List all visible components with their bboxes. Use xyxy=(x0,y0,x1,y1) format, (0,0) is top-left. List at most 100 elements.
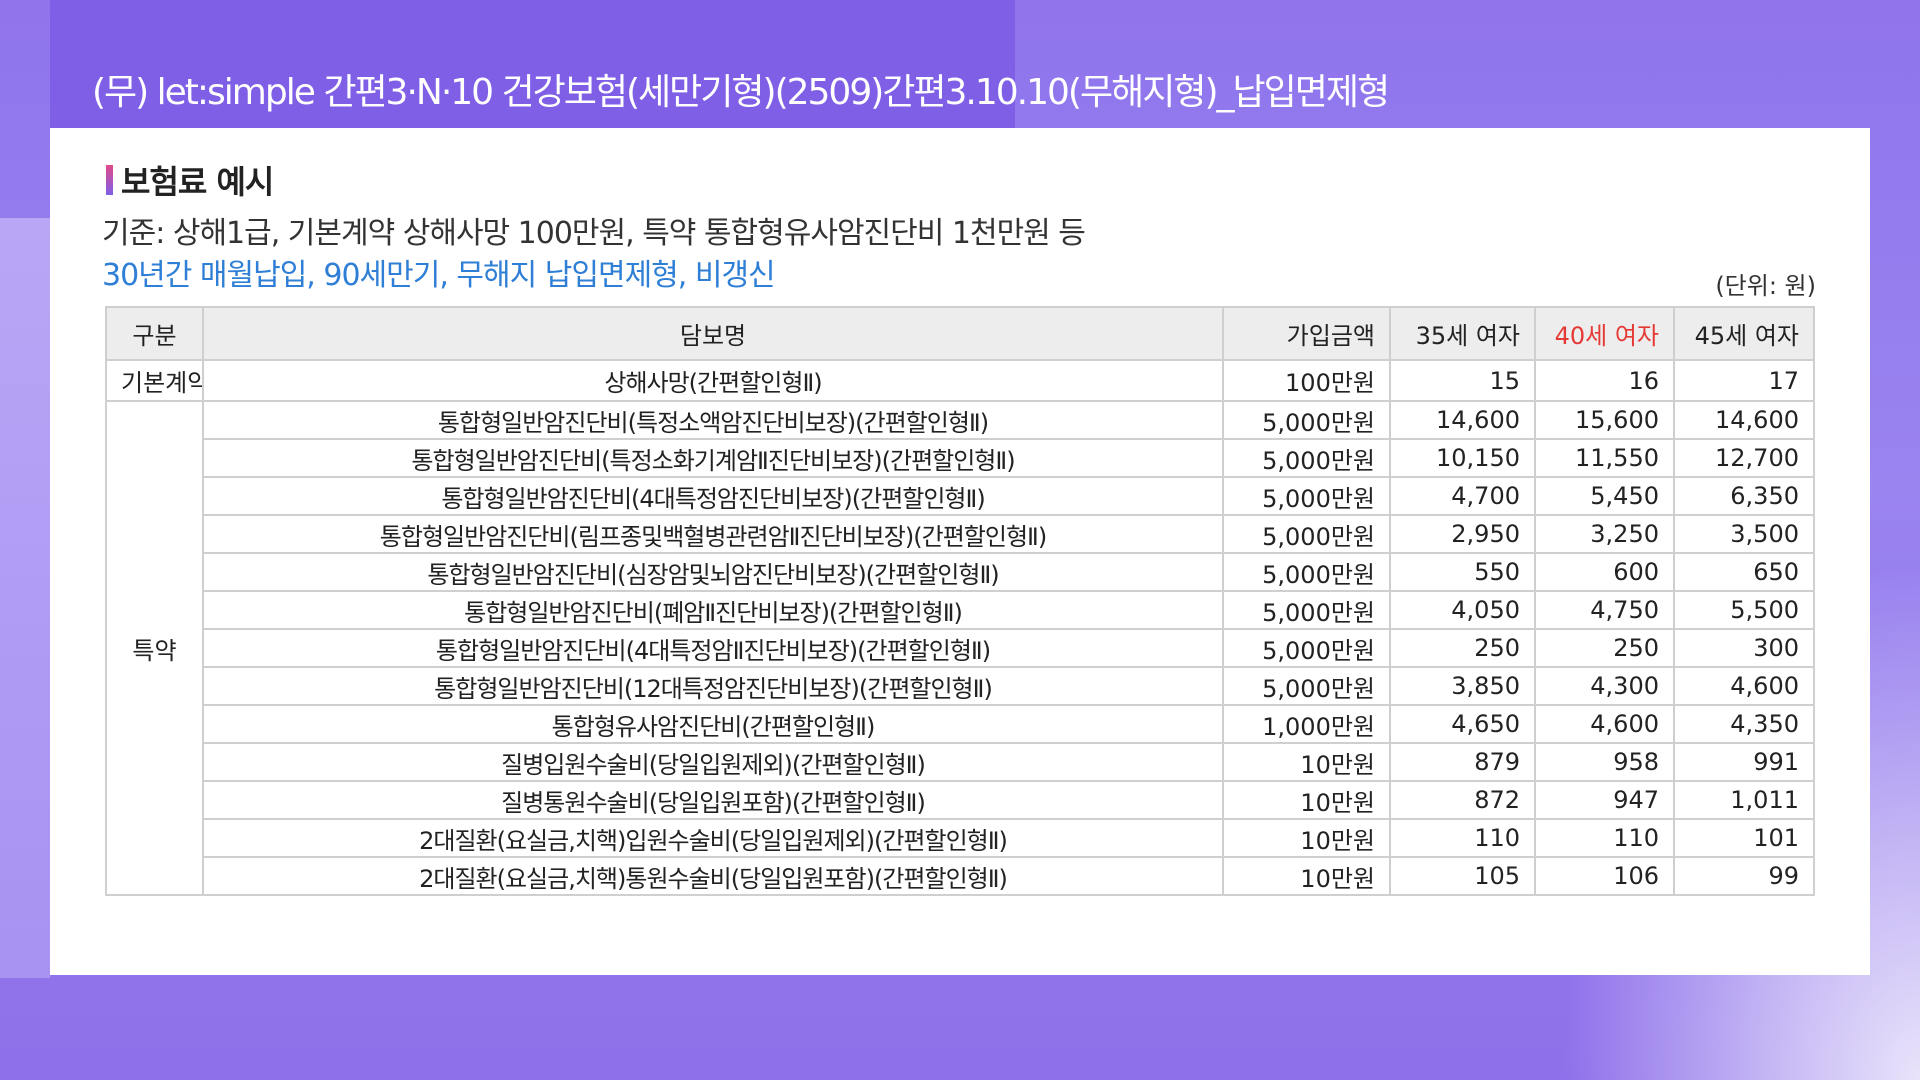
premium-age45: 991 xyxy=(1673,742,1815,782)
premium-age40: 3,250 xyxy=(1534,514,1675,554)
coverage-name: 통합형일반암진단비(폐암Ⅱ진단비보장)(간편할인형Ⅱ) xyxy=(202,590,1224,630)
coverage-name: 질병입원수술비(당일입원제외)(간편할인형Ⅱ) xyxy=(202,742,1224,782)
table-row: 특약 통합형일반암진단비(특정소액암진단비보장)(간편할인형Ⅱ) 5,000만원… xyxy=(105,400,1815,896)
premium-age45: 12,700 xyxy=(1673,438,1815,478)
coverage-name: 통합형일반암진단비(4대특정암진단비보장)(간편할인형Ⅱ) xyxy=(202,476,1224,516)
premium-age35: 3,850 xyxy=(1389,666,1536,706)
background-left-band xyxy=(0,218,50,978)
premium-age35: 872 xyxy=(1389,780,1536,820)
premium-age35: 2,950 xyxy=(1389,514,1536,554)
premium-age45: 1,011 xyxy=(1673,780,1815,820)
table-row: 질병통원수술비(당일입원포함)(간편할인형Ⅱ) 10만원 872 947 1,0… xyxy=(106,780,1815,820)
table-row: 통합형일반암진단비(특정소화기계암Ⅱ진단비보장)(간편할인형Ⅱ) 5,000만원… xyxy=(106,438,1815,478)
premium-age40: 4,300 xyxy=(1534,666,1675,706)
table-row: 통합형일반암진단비(림프종및백혈병관련암Ⅱ진단비보장)(간편할인형Ⅱ) 5,00… xyxy=(106,514,1815,554)
coverage-amount: 100만원 xyxy=(1222,359,1391,402)
premium-age40: 947 xyxy=(1534,780,1675,820)
table-row: 통합형일반암진단비(심장암및뇌암진단비보장)(간편할인형Ⅱ) 5,000만원 5… xyxy=(106,552,1815,592)
coverage-name: 통합형일반암진단비(특정소화기계암Ⅱ진단비보장)(간편할인형Ⅱ) xyxy=(202,438,1224,478)
coverage-amount: 5,000만원 xyxy=(1222,590,1391,630)
header-category: 구분 xyxy=(105,306,204,361)
premium-age45: 17 xyxy=(1673,359,1815,402)
premium-age40: 16 xyxy=(1534,359,1675,402)
payment-conditions: 30년간 매월납입, 90세만기, 무해지 납입면제형, 비갱신 xyxy=(102,258,776,293)
coverage-amount: 10만원 xyxy=(1222,818,1391,858)
premium-age35: 4,700 xyxy=(1389,476,1536,516)
premium-age35: 105 xyxy=(1389,856,1536,896)
basis-text: 기준: 상해1급, 기본계약 상해사망 100만원, 특약 통합형유사암진단비 … xyxy=(102,216,1086,251)
coverage-amount: 5,000만원 xyxy=(1222,514,1391,554)
table-row: 2대질환(요실금,치핵)입원수술비(당일입원제외)(간편할인형Ⅱ) 10만원 1… xyxy=(106,818,1815,858)
coverage-name: 통합형일반암진단비(림프종및백혈병관련암Ⅱ진단비보장)(간편할인형Ⅱ) xyxy=(202,514,1224,554)
premium-age35: 879 xyxy=(1389,742,1536,782)
premium-age45: 14,600 xyxy=(1673,400,1815,440)
premium-age35: 4,050 xyxy=(1389,590,1536,630)
premium-age45: 650 xyxy=(1673,552,1815,592)
section-title: 보험료 예시 xyxy=(121,163,274,201)
coverage-amount: 5,000만원 xyxy=(1222,400,1391,440)
coverage-amount: 5,000만원 xyxy=(1222,552,1391,592)
coverage-amount: 10만원 xyxy=(1222,742,1391,782)
table-row: 통합형일반암진단비(폐암Ⅱ진단비보장)(간편할인형Ⅱ) 5,000만원 4,05… xyxy=(106,590,1815,630)
coverage-name: 통합형일반암진단비(12대특정암진단비보장)(간편할인형Ⅱ) xyxy=(202,666,1224,706)
coverage-name: 2대질환(요실금,치핵)입원수술비(당일입원제외)(간편할인형Ⅱ) xyxy=(202,818,1224,858)
premium-age40: 958 xyxy=(1534,742,1675,782)
header-amount: 가입금액 xyxy=(1222,306,1391,361)
premium-age35: 10,150 xyxy=(1389,438,1536,478)
premium-age45: 6,350 xyxy=(1673,476,1815,516)
table-header-row: 구분 담보명 가입금액 35세 여자 40세 여자 45세 여자 xyxy=(105,306,1815,361)
coverage-name: 질병통원수술비(당일입원포함)(간편할인형Ⅱ) xyxy=(202,780,1224,820)
premium-age35: 250 xyxy=(1389,628,1536,668)
table-row: 통합형일반암진단비(4대특정암Ⅱ진단비보장)(간편할인형Ⅱ) 5,000만원 2… xyxy=(106,628,1815,668)
coverage-name: 상해사망(간편할인형Ⅱ) xyxy=(202,359,1224,402)
header-coverage: 담보명 xyxy=(202,306,1224,361)
premium-age35: 15 xyxy=(1389,359,1536,402)
table-row: 기본계약 상해사망(간편할인형Ⅱ) 100만원 15 16 17 xyxy=(105,359,1815,402)
heading-bar-icon xyxy=(106,165,113,195)
premium-age45: 5,500 xyxy=(1673,590,1815,630)
coverage-amount: 5,000만원 xyxy=(1222,476,1391,516)
coverage-name: 통합형유사암진단비(간편할인형Ⅱ) xyxy=(202,704,1224,744)
premium-age40: 4,750 xyxy=(1534,590,1675,630)
premium-age45: 300 xyxy=(1673,628,1815,668)
coverage-amount: 5,000만원 xyxy=(1222,628,1391,668)
coverage-amount: 10만원 xyxy=(1222,856,1391,896)
premium-age40: 5,450 xyxy=(1534,476,1675,516)
premium-age45: 99 xyxy=(1673,856,1815,896)
premium-age40: 11,550 xyxy=(1534,438,1675,478)
header-age35: 35세 여자 xyxy=(1389,306,1536,361)
table-row: 통합형일반암진단비(4대특정암진단비보장)(간편할인형Ⅱ) 5,000만원 4,… xyxy=(106,476,1815,516)
premium-age40: 250 xyxy=(1534,628,1675,668)
premium-age45: 4,600 xyxy=(1673,666,1815,706)
coverage-name: 통합형일반암진단비(특정소액암진단비보장)(간편할인형Ⅱ) xyxy=(202,400,1224,440)
premium-age40: 110 xyxy=(1534,818,1675,858)
premium-age35: 110 xyxy=(1389,818,1536,858)
header-age40: 40세 여자 xyxy=(1534,306,1675,361)
premium-age35: 4,650 xyxy=(1389,704,1536,744)
premium-age40: 600 xyxy=(1534,552,1675,592)
premium-age45: 4,350 xyxy=(1673,704,1815,744)
coverage-amount: 1,000만원 xyxy=(1222,704,1391,744)
category-rider: 특약 xyxy=(105,400,204,896)
premium-age35: 14,600 xyxy=(1389,400,1536,440)
product-title: (무) let:simple 간편3·N·10 건강보험(세만기형)(2509)… xyxy=(92,72,1390,113)
premium-age40: 106 xyxy=(1534,856,1675,896)
table-row: 통합형일반암진단비(12대특정암진단비보장)(간편할인형Ⅱ) 5,000만원 3… xyxy=(106,666,1815,706)
category-basic: 기본계약 xyxy=(105,359,204,402)
coverage-name: 2대질환(요실금,치핵)통원수술비(당일입원포함)(간편할인형Ⅱ) xyxy=(202,856,1224,896)
premium-table: 구분 담보명 가입금액 35세 여자 40세 여자 45세 여자 기본계약 상해… xyxy=(105,306,1815,896)
unit-label: (단위: 원) xyxy=(1715,272,1816,300)
premium-age45: 3,500 xyxy=(1673,514,1815,554)
coverage-name: 통합형일반암진단비(심장암및뇌암진단비보장)(간편할인형Ⅱ) xyxy=(202,552,1224,592)
table-row: 2대질환(요실금,치핵)통원수술비(당일입원포함)(간편할인형Ⅱ) 10만원 1… xyxy=(106,856,1815,896)
table-row: 통합형유사암진단비(간편할인형Ⅱ) 1,000만원 4,650 4,600 4,… xyxy=(106,704,1815,744)
premium-age40: 15,600 xyxy=(1534,400,1675,440)
premium-age45: 101 xyxy=(1673,818,1815,858)
coverage-name: 통합형일반암진단비(4대특정암Ⅱ진단비보장)(간편할인형Ⅱ) xyxy=(202,628,1224,668)
premium-age40: 4,600 xyxy=(1534,704,1675,744)
table-row: 질병입원수술비(당일입원제외)(간편할인형Ⅱ) 10만원 879 958 991 xyxy=(106,742,1815,782)
coverage-amount: 10만원 xyxy=(1222,780,1391,820)
header-age45: 45세 여자 xyxy=(1673,306,1815,361)
coverage-amount: 5,000만원 xyxy=(1222,666,1391,706)
section-heading: 보험료 예시 xyxy=(106,160,274,201)
